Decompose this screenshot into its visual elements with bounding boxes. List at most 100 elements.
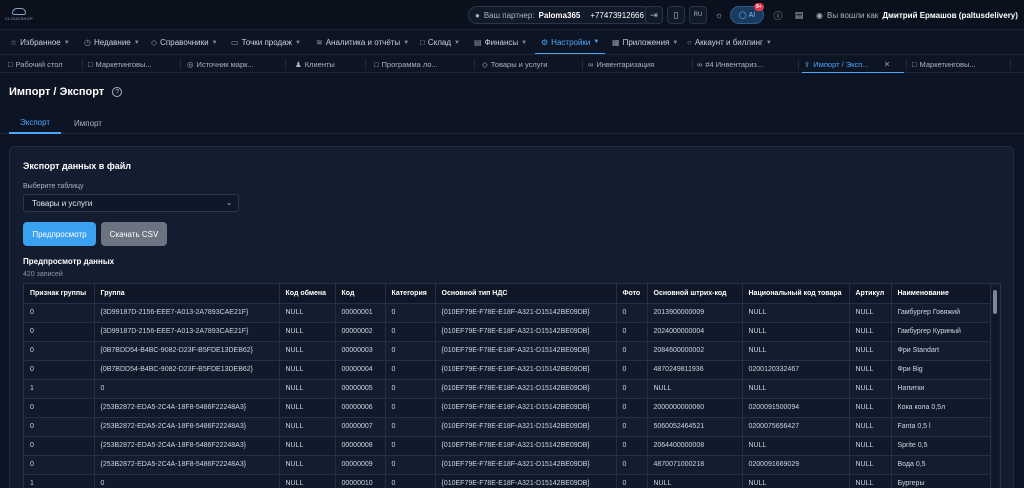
table-cell: 0	[24, 398, 95, 418]
table-cell: 0	[24, 360, 95, 380]
column-header[interactable]: Основной тип НДС	[435, 284, 617, 304]
scrollbar-thumb[interactable]	[993, 290, 997, 314]
tab-desktop[interactable]: □ Рабочий стол	[8, 56, 80, 73]
link-icon: ∞	[588, 60, 594, 69]
chevron-down-icon: ▼	[294, 39, 301, 46]
nav-label: Приложения	[622, 38, 670, 47]
column-header[interactable]: Наименование	[891, 284, 991, 304]
nav-label: Точки продаж	[241, 38, 292, 47]
tab-products[interactable]: ◇ Товары и услуги	[482, 56, 578, 73]
table-cell: 0	[385, 417, 436, 437]
download-csv-button[interactable]: Скачать CSV	[101, 222, 167, 246]
tab-clients[interactable]: ♟ Клиенты	[295, 56, 365, 73]
column-header[interactable]: Код	[335, 284, 386, 304]
phone-icon[interactable]: ▯	[667, 6, 685, 24]
nav-account[interactable]: ○ Аккаунт и биллинг ▼	[687, 31, 772, 54]
nav-recent[interactable]: ◷ Недавние ▼	[84, 31, 140, 54]
nav-analytics[interactable]: ≋ Аналитика и отчёты ▼	[316, 31, 409, 54]
table-row[interactable]: 0 {3D99187D-2156-EEE7-A013-2A7893CAE21F}…	[24, 322, 991, 342]
table-cell: 0	[24, 417, 95, 437]
column-header[interactable]: Категория	[385, 284, 436, 304]
column-header[interactable]: Признак группы	[24, 284, 95, 304]
export-card: Экспорт данных в файл Выберите таблицу Т…	[9, 146, 1014, 488]
book-icon[interactable]: ▤	[790, 6, 808, 24]
table-row[interactable]: 0 {253B2872-EDA5-2C4A-18F8-5486F22248A3}…	[24, 417, 991, 437]
language-button[interactable]: RU	[689, 6, 707, 24]
table-row[interactable]: 0 {0B7BDD54-B4BC-9082-D23F-B5FDE13DEB62}…	[24, 360, 991, 380]
table-cell: NULL	[647, 474, 743, 488]
logo[interactable]: CLOUDSHOP	[5, 8, 33, 22]
chevron-down-icon: ▼	[63, 39, 70, 46]
tab-marketing-2[interactable]: □ Маркетинговы...	[912, 56, 1002, 73]
help-icon[interactable]: ⓘ	[769, 6, 787, 24]
column-header[interactable]: Основной штрих-код	[647, 284, 743, 304]
table-cell: Вода 0,5	[891, 455, 991, 475]
table-cell: Гамбургер Куриный	[891, 322, 991, 342]
nav-finance[interactable]: ▤ Финансы ▼	[474, 31, 527, 54]
column-header[interactable]: Код обмена	[279, 284, 336, 304]
nav-sales-points[interactable]: ▭ Точки продаж ▼	[231, 31, 301, 54]
tab-marketing-1[interactable]: □ Маркетинговы...	[88, 56, 168, 73]
folder-icon: □	[912, 60, 917, 69]
table-row[interactable]: 0 {0B7BDD54-B4BC-9082-D23F-B5FDE13DEB62}…	[24, 341, 991, 361]
tab-import-export[interactable]: ⇪ Импорт / Эксп... ✕	[802, 56, 904, 73]
table-row[interactable]: 1 0 NULL 00000005 0 {010EF79E-F78E-E18F-…	[24, 379, 991, 399]
nav-favorites[interactable]: ☆ Избранное ▼	[10, 31, 70, 54]
tab-import[interactable]: Импорт	[74, 112, 102, 134]
close-icon[interactable]: ✕	[884, 60, 891, 69]
column-header[interactable]: Группа	[94, 284, 280, 304]
chevron-down-icon: ⌄	[226, 200, 232, 207]
table-cell: Напитки	[891, 379, 991, 399]
user-icon: ○	[687, 38, 692, 47]
table-cell: Фри Standart	[891, 341, 991, 361]
record-count: 420 записей	[23, 271, 63, 278]
tab-loyalty[interactable]: □ Программа ло...	[374, 56, 470, 73]
help-circle-icon[interactable]: ?	[112, 87, 123, 97]
table-cell: 0	[385, 474, 436, 488]
table-cell: NULL	[849, 417, 892, 437]
user-name: Дмитрий Ермашов (paltusdelivery)	[882, 10, 1018, 20]
chevron-down-icon: ▼	[133, 39, 140, 46]
tab-marketing-source[interactable]: ◎ Источник марк...	[187, 56, 275, 73]
table-select[interactable]: Товары и услуги ⌄	[23, 194, 239, 212]
column-header[interactable]: Артикул	[849, 284, 892, 304]
link-icon: ∞	[697, 60, 703, 69]
table-cell: NULL	[742, 474, 850, 488]
preview-title: Предпросмотр данных	[23, 257, 115, 266]
table-row[interactable]: 1 0 NULL 00000010 0 {010EF79E-F78E-E18F-…	[24, 474, 991, 488]
top-bar: CLOUDSHOP ● Ваш партнер: Paloma365 +7747…	[0, 0, 1024, 30]
table-cell: NULL	[279, 379, 336, 399]
tab-inventory[interactable]: ∞ Инвентаризация	[588, 56, 688, 73]
table-cell: 2000000000060	[647, 398, 743, 418]
table-cell: {0B7BDD54-B4BC-9082-D23F-B5FDE13DEB62}	[94, 360, 280, 380]
tab-label: Маркетинговы...	[95, 60, 152, 69]
table-cell: 00000001	[335, 303, 386, 323]
column-header[interactable]: Национальный код товара	[742, 284, 850, 304]
nav-references[interactable]: ◇ Справочники ▼	[151, 31, 218, 54]
folder-icon: □	[88, 60, 93, 69]
partner-phone[interactable]: +77473912666	[590, 11, 644, 20]
nav-warehouse[interactable]: □ Склад ▼	[420, 31, 460, 54]
logout-icon[interactable]: ⇥	[645, 6, 663, 24]
user-menu[interactable]: ◉ Вы вошли как Дмитрий Ермашов (paltusde…	[816, 6, 1018, 24]
partner-name: Paloma365	[538, 10, 581, 20]
table-cell: {010EF79E-F78E-E18F-A321-D15142BE09DB}	[435, 360, 617, 380]
tab-inventory-4[interactable]: ∞ #4 Инвентариз...	[697, 56, 795, 73]
column-header[interactable]: Фото	[616, 284, 648, 304]
table-row[interactable]: 0 {253B2872-EDA5-2C4A-18F8-5486F22248A3}…	[24, 398, 991, 418]
sun-icon[interactable]: ☼	[710, 6, 728, 24]
table-cell: 00000008	[335, 436, 386, 456]
user-icon: ◉	[816, 10, 823, 20]
preview-button[interactable]: Предпросмотр	[23, 222, 96, 246]
table-cell: NULL	[742, 436, 850, 456]
table-row[interactable]: 0 {253B2872-EDA5-2C4A-18F8-5486F22248A3}…	[24, 455, 991, 475]
table-cell: 4870071000218	[647, 455, 743, 475]
table-row[interactable]: 0 {3D99187D-2156-EEE7-A013-2A7893CAE21F}…	[24, 303, 991, 323]
table-row[interactable]: 0 {253B2872-EDA5-2C4A-18F8-5486F22248A3}…	[24, 436, 991, 456]
tab-export[interactable]: Экспорт	[9, 112, 62, 134]
nav-apps[interactable]: ▦ Приложения ▼	[612, 31, 678, 54]
table-cell: {010EF79E-F78E-E18F-A321-D15142BE09DB}	[435, 436, 617, 456]
table-cell: 0	[24, 455, 95, 475]
vertical-scrollbar[interactable]	[992, 286, 998, 488]
nav-settings[interactable]: ⚙ Настройки ▼	[535, 31, 606, 54]
